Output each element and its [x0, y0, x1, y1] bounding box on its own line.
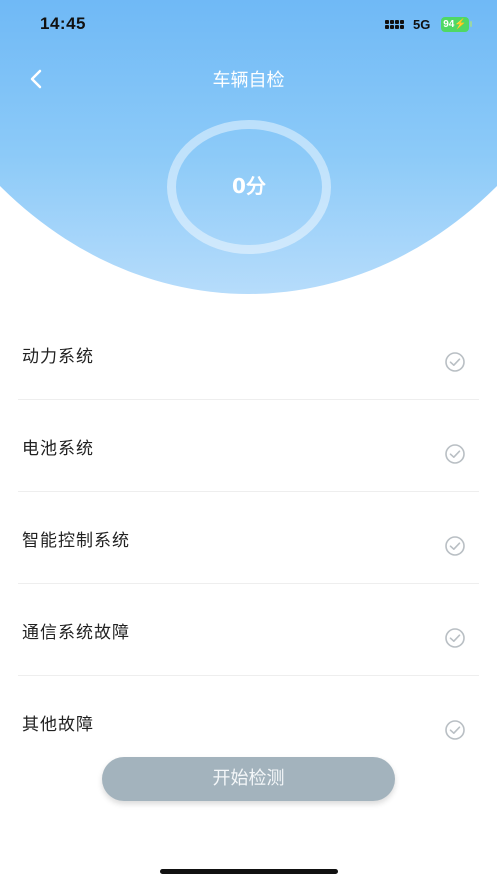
status-time: 14:45: [40, 14, 86, 33]
check-circle-icon: [445, 628, 465, 648]
list-item: 智能控制系统: [0, 492, 497, 584]
score-value: 0分: [232, 174, 266, 198]
check-circle-icon: [445, 536, 465, 556]
status-bar: 14:45 5G 94⚡: [0, 0, 497, 52]
list-item: 电池系统: [0, 400, 497, 492]
check-item-label: 通信系统故障: [22, 623, 130, 643]
page-title: 车辆自检: [212, 70, 285, 91]
check-circle-icon: [445, 352, 465, 372]
network-type: 5G: [413, 17, 431, 32]
check-circle-icon: [445, 720, 465, 740]
signal-icon: [385, 20, 407, 32]
list-item: 动力系统: [0, 308, 497, 400]
check-circle-icon: [445, 444, 465, 464]
start-check-button[interactable]: 开始检测: [102, 757, 395, 801]
check-item-label: 智能控制系统: [22, 531, 130, 551]
home-indicator[interactable]: [160, 869, 338, 874]
battery-level: 94: [443, 19, 455, 30]
list-item: 其他故障: [0, 676, 497, 768]
check-item-label: 动力系统: [22, 347, 94, 367]
list-item: 通信系统故障: [0, 584, 497, 676]
check-item-label: 电池系统: [22, 439, 94, 459]
check-item-label: 其他故障: [22, 715, 94, 735]
battery-icon: 94⚡: [441, 17, 469, 32]
check-list: 动力系统 电池系统 智能控制系统 通信系统故障 其他故障: [0, 308, 497, 768]
battery-cap: [470, 21, 472, 27]
